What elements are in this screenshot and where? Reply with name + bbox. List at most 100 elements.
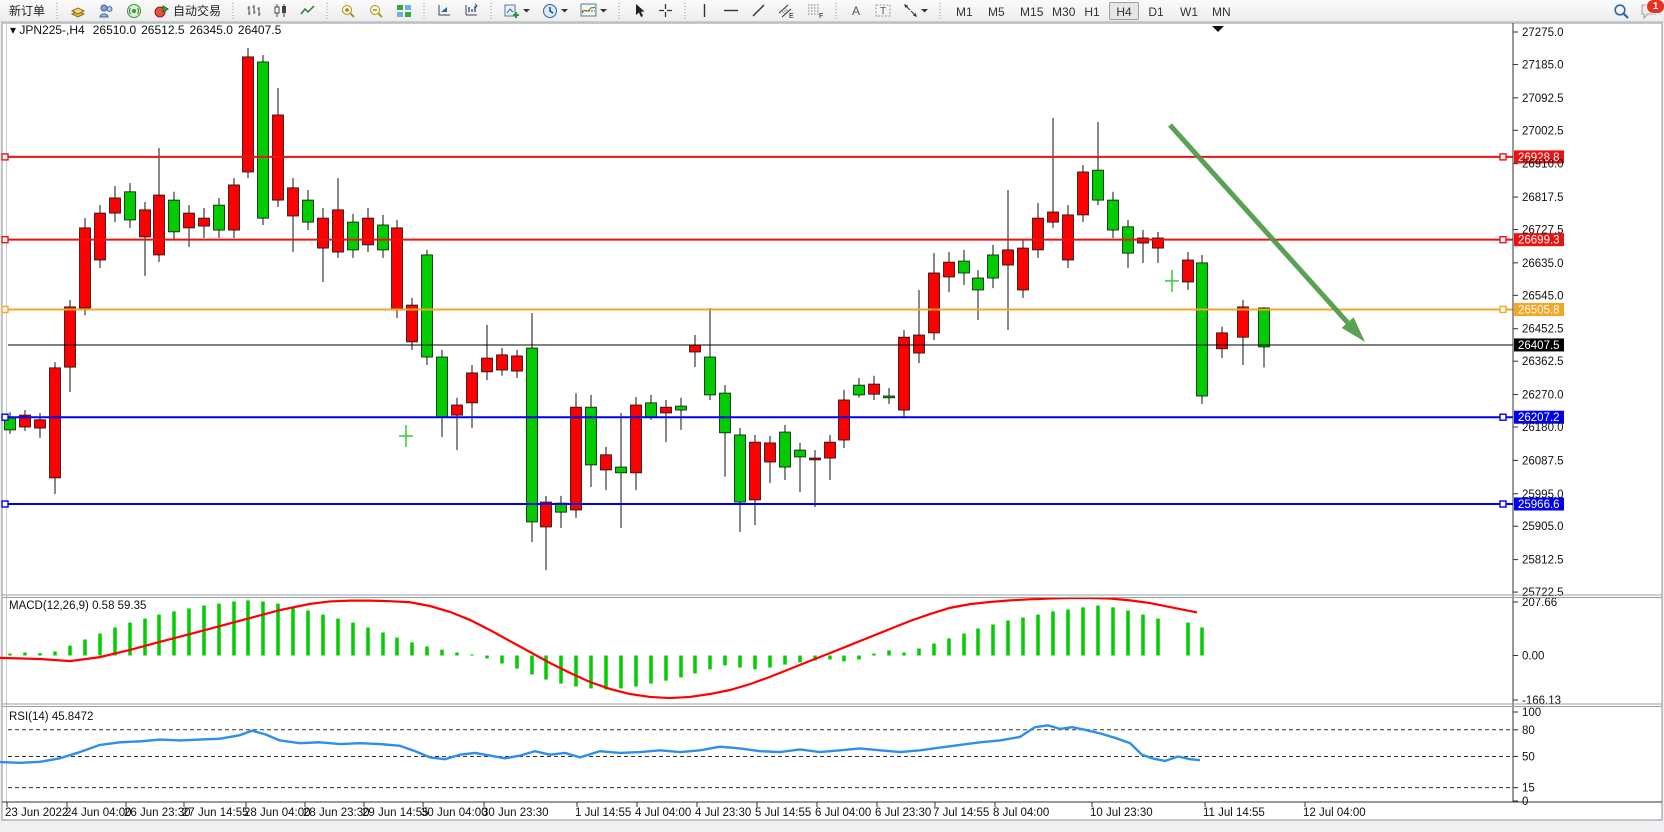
toolbar-separator (937, 3, 944, 19)
time-axis-label: 23 Jun 2022 (5, 807, 68, 819)
toolbar-separator (324, 3, 331, 19)
price-axis-tick: 26817.5 (1522, 192, 1564, 204)
timeframe-W1[interactable]: W1 (1173, 2, 1203, 20)
line-handle[interactable] (1500, 501, 1506, 507)
price-axis-tick: 26910.0 (1522, 159, 1564, 171)
crosshair-icon (658, 3, 673, 18)
rsi-axis-tick: 0 (1522, 796, 1528, 808)
vertical-line-tool[interactable] (693, 1, 716, 21)
toolbar-separator (833, 3, 840, 19)
label-letter: T (880, 6, 886, 17)
text-tool[interactable]: A (844, 1, 868, 21)
candlestick (258, 55, 269, 225)
new-order-label: 新订单 (9, 2, 45, 19)
time-axis-label: 7 Jul 14:55 (933, 807, 989, 819)
time-axis-label: 11 Jul 14:55 (1203, 807, 1265, 819)
cursor-icon (632, 3, 646, 18)
price-axis-tick: 25905.0 (1522, 521, 1564, 533)
bar-chart-button[interactable] (241, 1, 266, 21)
auto-trading-label: 自动交易 (173, 2, 221, 19)
chart-canvas[interactable]: ▾ JPN225-,H426510.026512.526345.026407.5… (0, 0, 1664, 832)
price-axis-tick: 27092.5 (1522, 93, 1564, 105)
price-axis-tick: 27002.5 (1522, 125, 1564, 137)
search-icon[interactable] (1613, 3, 1630, 20)
timeframe-D1[interactable]: D1 (1141, 2, 1171, 20)
chevron-down-icon (561, 8, 568, 13)
line-handle[interactable] (2, 306, 8, 312)
template-icon (580, 3, 597, 18)
toolbar-separator (616, 3, 623, 19)
auto-scroll-button[interactable] (432, 1, 457, 21)
candlestick (407, 298, 418, 350)
zoom-out-button[interactable] (363, 1, 389, 21)
fibonacci-tool[interactable]: F (802, 1, 829, 21)
timeframe-M5[interactable]: M5 (981, 2, 1011, 20)
periods-dropdown[interactable] (537, 1, 573, 21)
new-chart-dropdown[interactable] (499, 1, 535, 21)
timeframe-H4[interactable]: H4 (1109, 2, 1139, 20)
chart-shift-button[interactable] (459, 1, 484, 21)
strategy-tester-icon-button[interactable] (121, 1, 147, 21)
line-handle[interactable] (2, 414, 8, 420)
tile-windows-icon (396, 3, 412, 19)
axis-price-tag-text: 26505.8 (1518, 304, 1560, 316)
timeframe-toolbar: M1M5M15M30H1H4D1W1MN (948, 2, 1236, 20)
arrows-dropdown[interactable] (898, 1, 933, 21)
new-order-button[interactable]: 新订单 (4, 1, 50, 21)
toolbar-separator (421, 3, 428, 19)
line-chart-icon (300, 3, 315, 18)
time-axis-label: 6 Jul 23:30 (875, 807, 931, 819)
line-handle[interactable] (1500, 154, 1506, 160)
symbol-name: JPN225-,H4 (19, 23, 85, 37)
time-axis-label: 4 Jul 04:00 (635, 807, 691, 819)
equidistant-channel-tool[interactable]: E (773, 1, 800, 21)
market-watch-icon[interactable] (65, 1, 91, 21)
macd-axis-tick: -166.13 (1522, 695, 1561, 707)
timeframe-H1[interactable]: H1 (1077, 2, 1107, 20)
notifications-button[interactable]: 1 (1640, 3, 1658, 19)
rsi-label: RSI(14) 45.8472 (9, 711, 93, 723)
tile-windows-button[interactable] (391, 1, 417, 21)
quote-low: 26345.0 (190, 23, 234, 37)
line-handle[interactable] (1500, 306, 1506, 312)
price-axis-tick: 25812.5 (1522, 555, 1564, 567)
cursor-tool-button[interactable] (627, 1, 651, 21)
time-axis-label: 28 Jun 23:30 (303, 807, 370, 819)
line-handle[interactable] (1500, 237, 1506, 243)
line-chart-button[interactable] (295, 1, 320, 21)
time-axis-label: 1 Jul 14:55 (575, 807, 631, 819)
toolbar-separator (230, 3, 237, 19)
candlestick-chart-button[interactable] (268, 1, 293, 21)
data-window-icon-button[interactable] (93, 1, 119, 21)
time-axis-label: 26 Jun 23:30 (124, 807, 191, 819)
line-handle[interactable] (2, 501, 8, 507)
macd-axis-tick: 207.66 (1522, 597, 1557, 609)
line-handle[interactable] (2, 237, 8, 243)
auto-scroll-icon (437, 3, 452, 18)
timeframe-M15[interactable]: M15 (1013, 2, 1043, 20)
time-axis-label: 30 Jun 04:00 (421, 807, 488, 819)
zoom-in-button[interactable] (335, 1, 361, 21)
broadcast-icon (126, 3, 142, 19)
trendline-tool[interactable] (746, 1, 771, 21)
horizontal-line-tool[interactable] (718, 1, 744, 21)
collapse-triangle-icon: ▾ (10, 23, 19, 37)
macd-axis-tick: 0.00 (1522, 651, 1544, 663)
timeframe-MN[interactable]: MN (1205, 2, 1235, 20)
channel-letter: E (789, 13, 794, 19)
timeframe-M30[interactable]: M30 (1045, 2, 1075, 20)
time-axis-label: 28 Jun 04:00 (244, 807, 311, 819)
book-icon (70, 3, 86, 19)
auto-trading-button[interactable]: 自动交易 (149, 1, 226, 21)
crosshair-tool-button[interactable] (653, 1, 678, 21)
timeframe-M1[interactable]: M1 (949, 2, 979, 20)
templates-dropdown[interactable] (575, 1, 612, 21)
notification-badge: 1 (1646, 0, 1664, 14)
auto-trading-icon (154, 3, 170, 19)
line-handle[interactable] (2, 154, 8, 160)
line-handle[interactable] (1500, 414, 1506, 420)
candlestick (1078, 165, 1089, 222)
chevron-down-icon (523, 8, 530, 13)
text-label-tool[interactable]: T (870, 1, 896, 21)
fibo-letter: F (819, 13, 823, 19)
